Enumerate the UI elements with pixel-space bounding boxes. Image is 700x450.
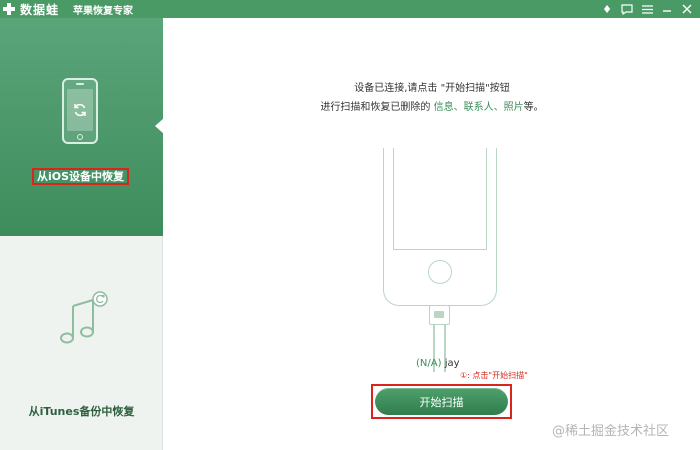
menu-icon[interactable]: [640, 2, 654, 16]
sidebar-item-ios-device[interactable]: 从iOS设备中恢复: [0, 18, 164, 236]
active-pointer: [155, 118, 164, 134]
instruction-line-1: 设备已连接,请点击 "开始扫描"按钮: [354, 83, 510, 94]
minimize-icon[interactable]: [660, 2, 674, 16]
plus-logo-icon: [2, 2, 16, 16]
device-name-label: (N/A) jay: [416, 358, 460, 369]
sidebar-item-itunes-backup[interactable]: 从iTunes备份中恢复: [0, 236, 163, 450]
chat-icon[interactable]: [620, 2, 634, 16]
start-scan-button[interactable]: 开始扫描: [375, 388, 508, 415]
device-name: jay: [444, 358, 460, 369]
diamond-icon[interactable]: ♦: [600, 2, 614, 16]
phone-screen: [393, 148, 487, 250]
app-subtitle: 苹果恢复专家: [73, 5, 134, 17]
instruction-line-2: 进行扫描和恢复已删除的 信息、联系人、照片等。: [164, 98, 700, 113]
app-logo: 数据蛙: [2, 1, 59, 18]
window-controls: ♦: [600, 2, 694, 16]
connected-phone-illustration: [383, 148, 497, 306]
main-panel: 设备已连接,请点击 "开始扫描"按钮 进行扫描和恢复已删除的 信息、联系人、照片…: [164, 18, 700, 450]
instruction-suffix: 等。: [523, 102, 544, 113]
step-annotation: ①: 点击"开始扫描": [460, 371, 528, 380]
close-icon[interactable]: [680, 2, 694, 16]
app-brand-name: 数据蛙: [20, 2, 60, 17]
sidebar-item-label: 从iOS设备中恢复: [32, 168, 130, 185]
instruction-prefix: 进行扫描和恢复已删除的: [320, 102, 434, 113]
lightning-connector-icon: [429, 305, 450, 325]
sidebar-item-label: 从iTunes备份中恢复: [28, 405, 135, 418]
music-note-icon: [60, 291, 108, 344]
instruction-highlights: 信息、联系人、照片: [433, 102, 524, 113]
device-status: (N/A): [416, 358, 442, 369]
phone-restore-icon: [62, 78, 98, 144]
title-bar: 数据蛙 苹果恢复专家 ♦: [0, 0, 700, 18]
home-button-icon: [428, 260, 452, 284]
sidebar: 从iOS设备中恢复 从iTunes备份中恢复: [0, 18, 164, 450]
watermark: @稀土掘金技术社区: [552, 424, 670, 439]
